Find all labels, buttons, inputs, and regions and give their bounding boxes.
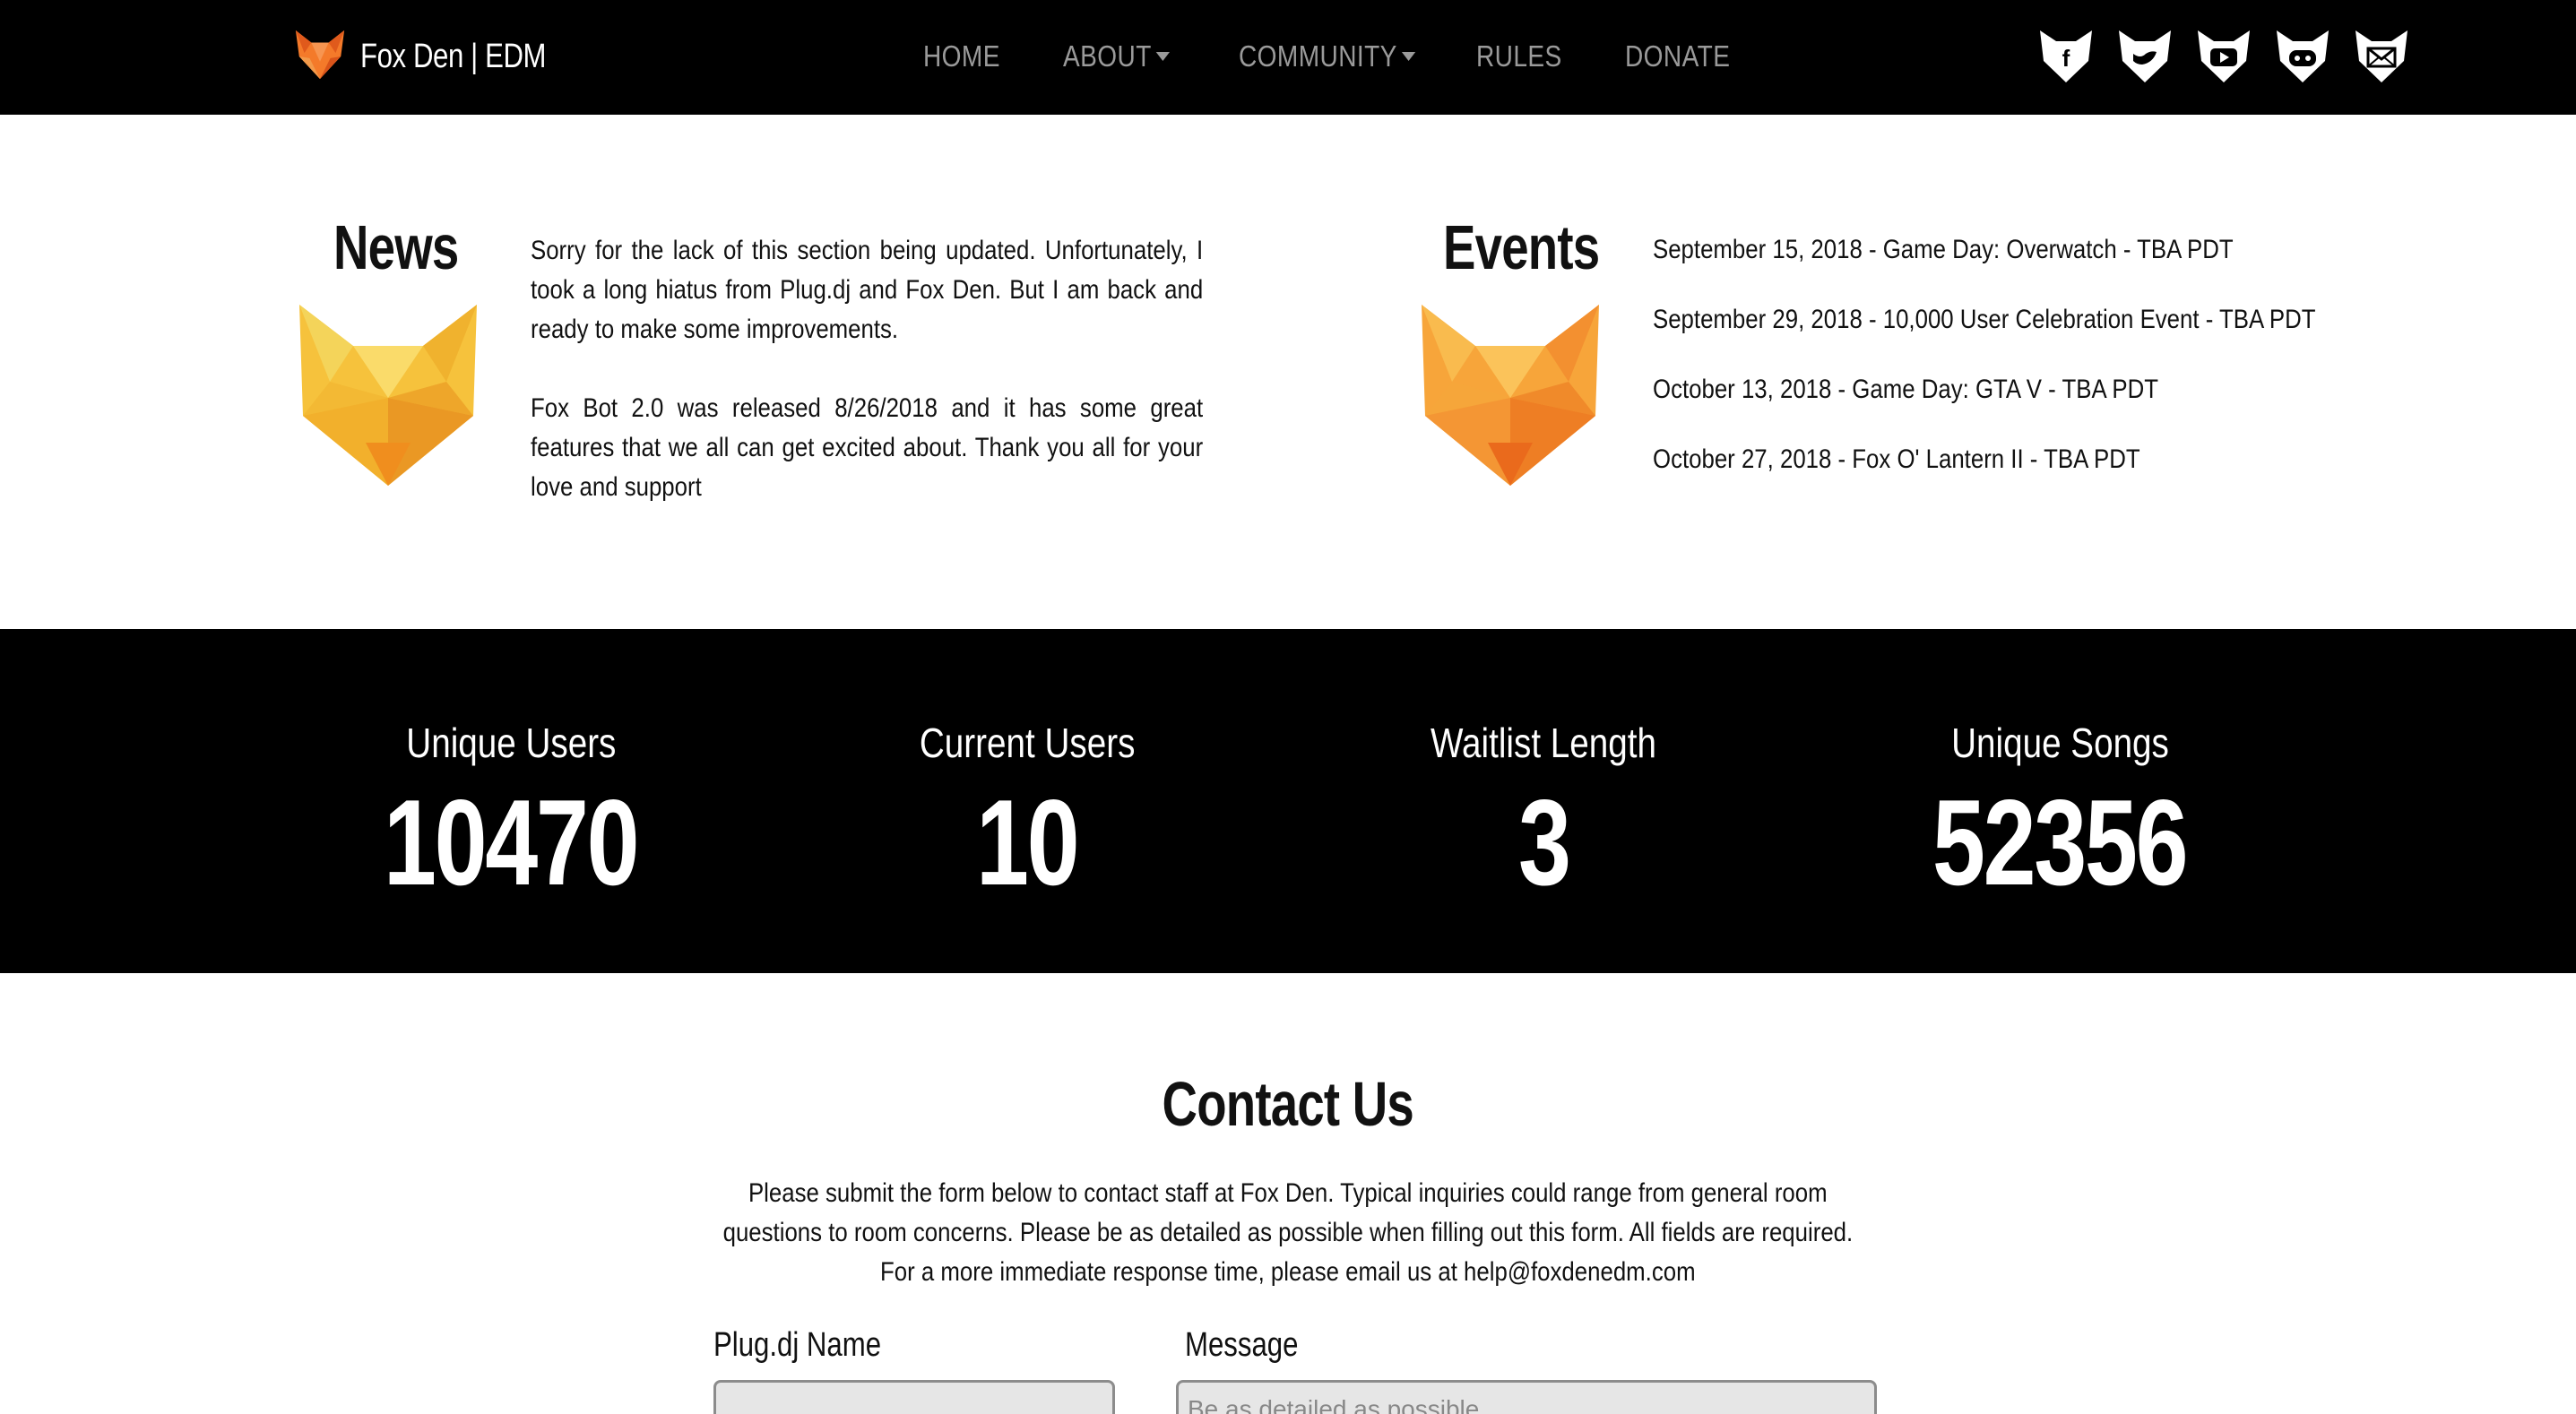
news-body: Sorry for the lack of this section being… xyxy=(531,231,1205,547)
fox-logo-icon xyxy=(292,27,348,87)
stat-label: Waitlist Length xyxy=(1364,719,1723,767)
stat-label: Unique Users xyxy=(332,719,690,767)
contact-description-text: For a more immediate response time, plea… xyxy=(880,1257,1696,1287)
stat-waitlist-length: Waitlist Length 3 xyxy=(1364,629,1723,973)
discord-fox-icon[interactable] xyxy=(2273,27,2332,86)
brand-link[interactable]: Fox Den | EDM xyxy=(292,27,587,86)
event-item: October 13, 2018 - Game Day: GTA V - TBA… xyxy=(1653,375,2158,404)
nav-rules-label: RULES xyxy=(1476,39,1562,73)
event-item: September 15, 2018 - Game Day: Overwatch… xyxy=(1653,235,2234,264)
contact-description-line: questions to room concerns. Please be as… xyxy=(627,1213,1949,1253)
contact-description-text: questions to room concerns. Please be as… xyxy=(722,1218,1854,1247)
nav-rules[interactable]: RULES xyxy=(1476,39,1562,73)
stat-value: 10 xyxy=(848,772,1206,912)
news-title: News xyxy=(333,212,459,282)
stat-value: 10470 xyxy=(332,772,690,912)
nav-home-label: HOME xyxy=(923,39,1000,73)
events-title: Events xyxy=(1443,212,1600,282)
stat-label-text: Current Users xyxy=(919,720,1136,766)
stat-value-text: 10470 xyxy=(384,774,640,910)
message-input[interactable]: Be as detailed as possible xyxy=(1176,1380,1877,1414)
nav-donate-label: DONATE xyxy=(1625,39,1731,73)
contact-description-text: Please submit the form below to contact … xyxy=(748,1178,1828,1208)
stat-value-text: 3 xyxy=(1517,774,1571,910)
navbar: Fox Den | EDM HOME ABOUT COMMUNITY RULES… xyxy=(0,0,2576,115)
stat-value-text: 52356 xyxy=(1932,774,2189,910)
youtube-fox-icon[interactable] xyxy=(2194,27,2253,86)
stat-label: Unique Songs xyxy=(1880,719,2239,767)
nav-donate[interactable]: DONATE xyxy=(1625,39,1730,73)
brand-name: Fox Den | EDM xyxy=(360,37,547,75)
nav-about[interactable]: ABOUT xyxy=(1063,39,1171,73)
news-paragraph: Sorry for the lack of this section being… xyxy=(531,231,1205,349)
events-fox-icon xyxy=(1416,299,1604,487)
nav-about-label: ABOUT xyxy=(1063,39,1152,73)
stat-label-text: Unique Songs xyxy=(1950,720,2169,766)
message-label: Message xyxy=(1185,1326,1299,1364)
contact-title: Contact Us xyxy=(0,1068,2576,1140)
stat-unique-users: Unique Users 10470 xyxy=(332,629,690,973)
news-paragraph-text: Sorry for the lack of this section being… xyxy=(531,236,1204,344)
contact-title-text: Contact Us xyxy=(1162,1069,1414,1139)
news-paragraph-text: Fox Bot 2.0 was released 8/26/2018 and i… xyxy=(531,393,1204,502)
facebook-fox-icon[interactable]: f xyxy=(2036,27,2096,86)
contact-description: Please submit the form below to contact … xyxy=(627,1174,1949,1292)
plugdj-name-label: Plug.dj Name xyxy=(713,1326,882,1364)
twitter-fox-icon[interactable] xyxy=(2115,27,2174,86)
stat-current-users: Current Users 10 xyxy=(848,629,1206,973)
stat-value: 3 xyxy=(1364,772,1723,912)
plugdj-name-input[interactable] xyxy=(713,1380,1115,1414)
stats-band: Unique Users 10470 Current Users 10 Wait… xyxy=(0,629,2576,973)
stat-value: 52356 xyxy=(1880,772,2239,912)
event-item: October 27, 2018 - Fox O' Lantern II - T… xyxy=(1653,444,2140,474)
event-item: September 29, 2018 - 10,000 User Celebra… xyxy=(1653,305,2316,334)
message-placeholder: Be as detailed as possible xyxy=(1188,1395,1480,1414)
nav-home[interactable]: HOME xyxy=(923,39,1000,73)
stat-label-text: Unique Users xyxy=(405,720,617,766)
stat-value-text: 10 xyxy=(976,774,1080,910)
contact-description-line: Please submit the form below to contact … xyxy=(627,1174,1949,1213)
stat-label: Current Users xyxy=(848,719,1206,767)
caret-down-icon xyxy=(1155,52,1171,61)
caret-down-icon xyxy=(1401,52,1416,61)
news-paragraph: Fox Bot 2.0 was released 8/26/2018 and i… xyxy=(531,389,1205,507)
svg-text:f: f xyxy=(2062,45,2070,72)
nav-community[interactable]: COMMUNITY xyxy=(1239,39,1416,73)
email-fox-icon[interactable] xyxy=(2352,27,2411,86)
contact-description-line: For a more immediate response time, plea… xyxy=(627,1253,1949,1292)
stat-label-text: Waitlist Length xyxy=(1431,720,1656,766)
news-fox-icon xyxy=(294,299,482,487)
stat-unique-songs: Unique Songs 52356 xyxy=(1880,629,2239,973)
nav-community-label: COMMUNITY xyxy=(1239,39,1397,73)
